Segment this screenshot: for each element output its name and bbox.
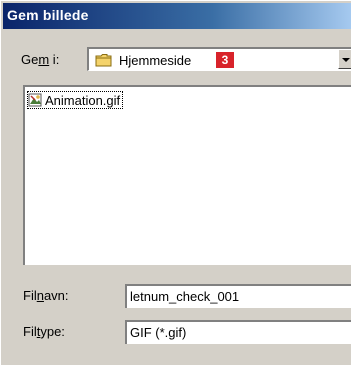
file-list[interactable]: Animation.gif — [23, 85, 351, 265]
filetype-label: Filtype: — [23, 324, 65, 339]
file-name: Animation.gif — [45, 92, 121, 108]
filename-field[interactable]: letnum_check_001 — [125, 284, 351, 308]
folder-icon — [95, 54, 112, 67]
filetype-dropdown[interactable]: GIF (*.gif) — [125, 320, 351, 344]
save-in-dropdown[interactable]: Hjemmeside 3 — [87, 47, 351, 71]
dropdown-button[interactable] — [338, 49, 351, 69]
current-folder: Hjemmeside — [119, 52, 192, 68]
filename-label: Filnavn: — [23, 288, 69, 303]
title-bar[interactable]: Gem billede — [3, 3, 351, 29]
save-image-dialog: Gem billede Gem i: Hjemmeside 3 Animatio… — [0, 0, 351, 365]
file-item[interactable]: Animation.gif — [27, 91, 124, 109]
step-badge: 3 — [216, 52, 234, 68]
gif-file-icon — [28, 93, 42, 107]
chevron-down-icon — [342, 58, 350, 62]
save-in-label: Gem i: — [21, 52, 60, 67]
dialog-title: Gem billede — [7, 7, 89, 23]
